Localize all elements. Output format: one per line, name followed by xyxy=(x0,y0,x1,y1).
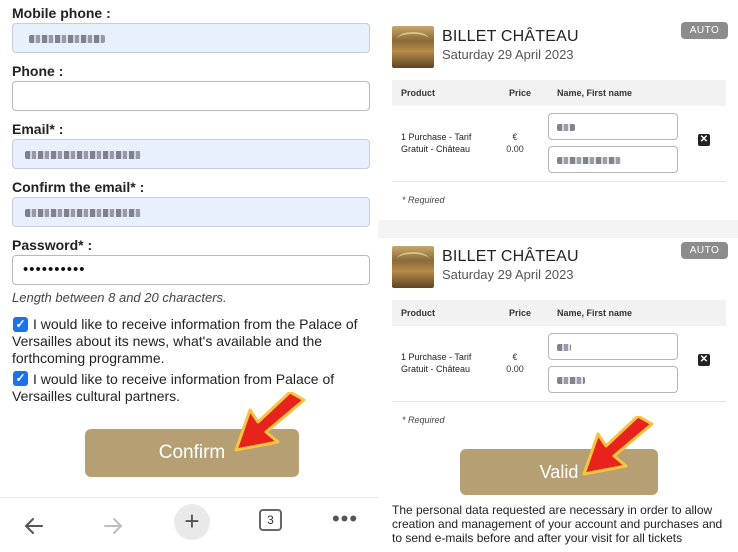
currency: € xyxy=(512,352,518,362)
redacted-text xyxy=(557,157,621,164)
first-name-input[interactable] xyxy=(548,146,678,173)
product-line: 1 Purchase - Tarif xyxy=(401,352,472,362)
email-input[interactable] xyxy=(12,139,370,169)
ticket-date: Saturday 29 April 2023 xyxy=(442,267,574,282)
tickets-panel: BILLET CHÂTEAU Saturday 29 April 2023 AU… xyxy=(378,0,738,552)
browser-toolbar: + 3 ••• xyxy=(0,497,378,552)
product-header: Product xyxy=(401,308,436,318)
auto-badge: AUTO xyxy=(681,242,728,259)
checkbox-partners-label: I would like to receive information from… xyxy=(12,371,335,404)
phone-label: Phone : xyxy=(12,63,64,79)
plus-icon[interactable]: + xyxy=(174,504,210,540)
ticket-title: BILLET CHÂTEAU xyxy=(442,28,579,45)
price-header: Price xyxy=(509,88,532,98)
name-header: Name, First name xyxy=(557,308,633,318)
checkbox-palace-news-label: I would like to receive information from… xyxy=(12,316,358,366)
arrow-left-icon[interactable] xyxy=(14,506,54,546)
ticket-separator xyxy=(378,220,738,238)
ticket-thumbnail xyxy=(392,246,434,288)
phone-input[interactable] xyxy=(12,81,370,111)
name-header: Name, First name xyxy=(557,88,633,98)
redacted-text xyxy=(25,151,141,159)
mobile-phone-input[interactable] xyxy=(12,23,370,53)
product-cell: 1 Purchase - Tarif Gratuit - Château xyxy=(401,131,501,155)
required-note: * Required xyxy=(402,195,445,205)
product-line: Gratuit - Château xyxy=(401,144,471,154)
email-label: Email* : xyxy=(12,121,64,137)
account-form-panel: Mobile phone : Phone : Email* : Confirm … xyxy=(0,0,378,552)
ticket-thumbnail xyxy=(392,26,434,68)
redacted-text xyxy=(29,35,105,43)
ticket-date: Saturday 29 April 2023 xyxy=(442,47,574,62)
confirm-email-input[interactable] xyxy=(12,197,370,227)
confirm-email-label: Confirm the email* : xyxy=(12,179,145,195)
price-cell: € 0.00 xyxy=(500,131,530,155)
product-line: Gratuit - Château xyxy=(401,364,471,374)
redacted-text xyxy=(557,124,575,131)
password-hint: Length between 8 and 20 characters. xyxy=(12,290,227,305)
required-note: * Required xyxy=(402,415,445,425)
password-label: Password* : xyxy=(12,237,93,253)
last-name-input[interactable] xyxy=(548,333,678,360)
ticket-row: 1 Purchase - Tarif Gratuit - Château € 0… xyxy=(392,326,726,402)
password-input[interactable]: •••••••••• xyxy=(12,255,370,285)
ticket-table-header: Product Price Name, First name xyxy=(392,300,726,326)
redacted-text xyxy=(557,377,585,384)
product-header: Product xyxy=(401,88,436,98)
last-name-input[interactable] xyxy=(548,113,678,140)
price-header: Price xyxy=(509,308,532,318)
currency: € xyxy=(512,132,518,142)
price-value: 0.00 xyxy=(506,144,524,154)
mobile-phone-label: Mobile phone : xyxy=(12,5,111,21)
ticket-title: BILLET CHÂTEAU xyxy=(442,248,579,265)
product-line: 1 Purchase - Tarif xyxy=(401,132,472,142)
first-name-input[interactable] xyxy=(548,366,678,393)
close-icon[interactable]: ✕ xyxy=(698,354,710,366)
close-icon[interactable]: ✕ xyxy=(698,134,710,146)
product-cell: 1 Purchase - Tarif Gratuit - Château xyxy=(401,351,501,375)
price-value: 0.00 xyxy=(506,364,524,374)
redacted-text xyxy=(557,344,571,351)
password-value: •••••••••• xyxy=(23,261,86,278)
red-arrow-icon xyxy=(582,416,654,476)
arrow-right-icon[interactable] xyxy=(93,506,133,546)
privacy-notice: The personal data requested are necessar… xyxy=(392,503,723,545)
price-cell: € 0.00 xyxy=(500,351,530,375)
red-arrow-icon xyxy=(234,392,306,452)
ticket-table-header: Product Price Name, First name xyxy=(392,80,726,106)
tab-count-button[interactable]: 3 xyxy=(259,509,282,531)
ticket-row: 1 Purchase - Tarif Gratuit - Château € 0… xyxy=(392,106,726,182)
more-horizontal-icon[interactable]: ••• xyxy=(325,504,365,534)
auto-badge: AUTO xyxy=(681,22,728,39)
redacted-text xyxy=(25,209,141,217)
